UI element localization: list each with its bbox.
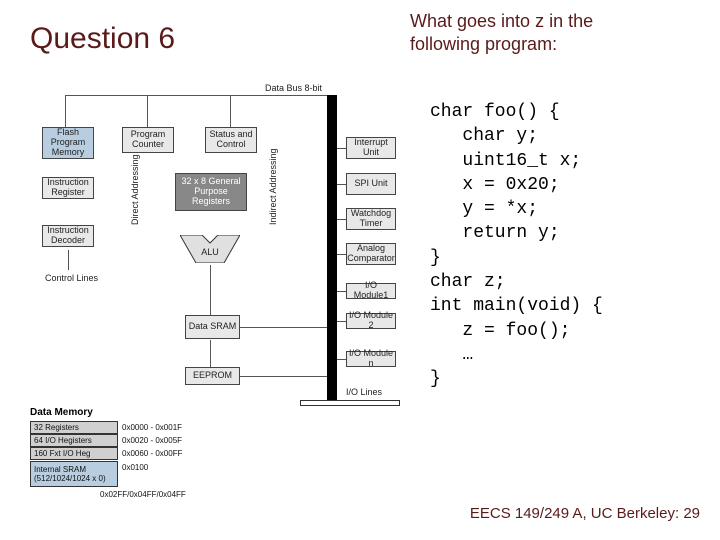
dm-bottom: 0x02FF/0x04FF/0x04FF (100, 490, 186, 499)
dm-range-3: 0x0100 (122, 463, 148, 472)
page-number: 29 (683, 505, 700, 522)
block-status: Status and Control (205, 127, 257, 153)
io-lines-bus (300, 400, 400, 406)
data-bus (327, 95, 337, 403)
dm-range-0: 0x0000 - 0x001F (122, 423, 182, 432)
block-analog: Analog Comparator (346, 243, 396, 265)
indirect-addressing-label: Indirect Addressing (268, 145, 278, 225)
slide-footer: EECS 149/249 A, UC Berkeley: 29 (470, 505, 700, 522)
block-alu: ALU (180, 235, 240, 263)
course-label: EECS 149/249 A, UC Berkeley: (470, 505, 679, 522)
block-ion: I/O Module n (346, 351, 396, 367)
block-decoder: Instruction Decoder (42, 225, 94, 247)
data-bus-label: Data Bus 8-bit (265, 83, 322, 93)
block-spi: SPI Unit (346, 173, 396, 195)
dm-range-1: 0x0020 - 0x005F (122, 436, 182, 445)
io-lines-label: I/O Lines (346, 387, 382, 397)
block-regfile: 32 x 8 General Purpose Registers (175, 173, 247, 211)
block-io1: I/O Module1 (346, 283, 396, 299)
block-wdt: Watchdog Timer (346, 208, 396, 230)
block-flash: Flash Program Memory (42, 127, 94, 159)
slide-title: Question 6 (30, 22, 175, 56)
block-io2: I/O Module 2 (346, 313, 396, 329)
question-prompt: What goes into z in the following progra… (410, 10, 660, 57)
dm-row-2: 160 Fxt I/O Heg (30, 447, 118, 460)
dm-row-1: 64 I/O Hegisters (30, 434, 118, 447)
block-ir: Instruction Register (42, 177, 94, 199)
control-lines-label: Control Lines (45, 273, 98, 283)
data-memory-title: Data Memory (30, 407, 93, 418)
block-sram: Data SRAM (185, 315, 240, 339)
direct-addressing-label: Direct Addressing (130, 145, 140, 225)
dm-row-3: Internal SRAM (512/1024/1024 x 0) (30, 461, 118, 487)
block-eeprom: EEPROM (185, 367, 240, 385)
svg-text:ALU: ALU (201, 247, 219, 257)
architecture-diagram: Data Bus 8-bit Flash Program Memory Prog… (30, 85, 400, 515)
dm-range-2: 0x0060 - 0x00FF (122, 449, 182, 458)
code-snippet: char foo() { char y; uint16_t x; x = 0x2… (430, 100, 700, 392)
dm-row-0: 32 Registers (30, 421, 118, 434)
block-interrupt: Interrupt Unit (346, 137, 396, 159)
